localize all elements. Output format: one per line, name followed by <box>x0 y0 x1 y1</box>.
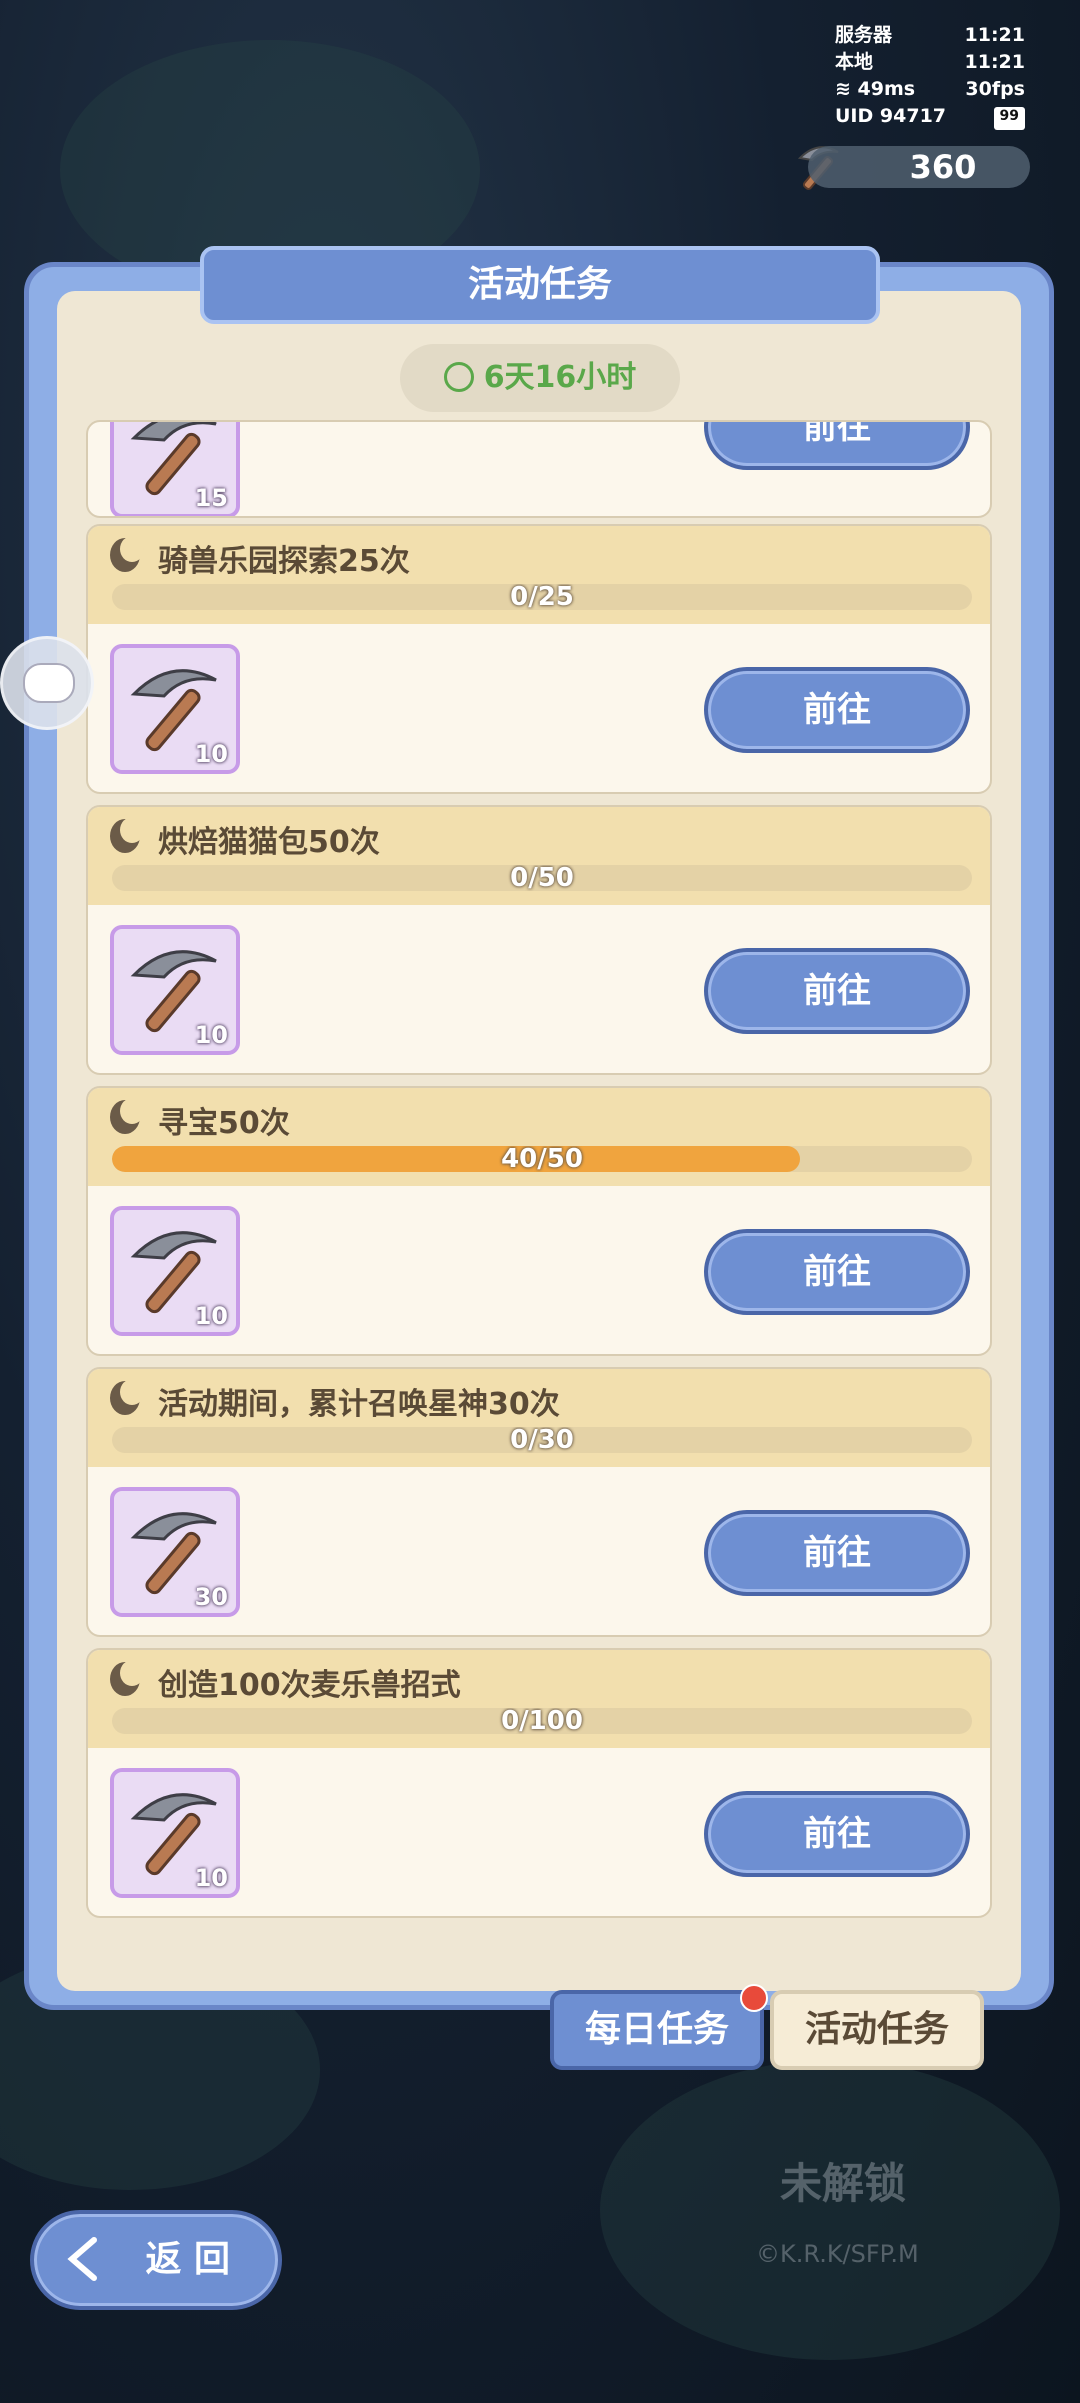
local-time: 11:21 <box>964 51 1025 73</box>
task-title: 骑兽乐园探索25次 <box>158 544 410 579</box>
ping-readout: ≋ 49ms <box>835 76 915 103</box>
task-header: 活动期间，累计召唤星神30次 0/30 <box>88 1369 990 1467</box>
progress-bar: 0/50 <box>112 865 972 891</box>
ping-value: 49ms <box>857 78 916 100</box>
go-button[interactable]: 前往 <box>704 1510 970 1596</box>
notification-dot <box>740 1984 768 2012</box>
progress-text: 0/50 <box>510 865 574 891</box>
task-card-partial: 15 前往 <box>86 420 992 518</box>
battery-indicator: 99 <box>993 107 1025 130</box>
task-card: 寻宝50次 40/50 10 前往 <box>86 1086 992 1356</box>
go-button[interactable]: 前往 <box>704 1791 970 1877</box>
progress-bar: 0/100 <box>112 1708 972 1734</box>
back-button[interactable]: 返 回 <box>30 2210 282 2310</box>
fps-readout: 30fps <box>965 78 1025 100</box>
reward-item: 10 <box>110 1206 240 1336</box>
task-header: 烘焙猫猫包50次 0/50 <box>88 807 990 905</box>
task-header: 创造100次麦乐兽招式 0/100 <box>88 1650 990 1748</box>
timer-text: 6天16小时 <box>483 360 637 395</box>
back-arrow-icon <box>67 2237 97 2281</box>
locked-label: 未解锁 <box>780 2159 907 2208</box>
go-button[interactable]: 前往 <box>704 422 970 470</box>
go-button[interactable]: 前往 <box>704 1229 970 1315</box>
progress-text: 0/30 <box>510 1427 574 1453</box>
moon-icon <box>110 1098 144 1134</box>
task-card: 骑兽乐园探索25次 0/25 10 前往 <box>86 524 992 794</box>
reward-count: 10 <box>194 1021 228 1049</box>
back-button-label: 返 回 <box>145 2239 230 2280</box>
task-title: 烘焙猫猫包50次 <box>158 825 380 860</box>
moon-icon <box>110 536 144 572</box>
chat-button[interactable] <box>0 636 94 730</box>
progress-bar: 0/25 <box>112 584 972 610</box>
progress-text: 0/100 <box>501 1708 583 1734</box>
local-label: 本地 <box>835 51 874 73</box>
task-title: 寻宝50次 <box>158 1106 290 1141</box>
task-list[interactable]: 15 前往 骑兽乐园探索25次 0/25 10 前往 烘焙猫猫包50次 0/50… <box>86 420 994 1920</box>
task-card: 活动期间，累计召唤星神30次 0/30 30 前往 <box>86 1367 992 1637</box>
panel-title: 活动任务 <box>200 246 880 324</box>
chat-icon <box>23 663 75 703</box>
progress-text: 0/25 <box>510 584 574 610</box>
server-time: 11:21 <box>964 24 1025 46</box>
moon-icon <box>110 1660 144 1696</box>
reward-item: 15 <box>110 422 240 516</box>
reward-count: 10 <box>194 740 228 768</box>
tab-daily-tasks[interactable]: 每日任务 <box>550 1990 764 2070</box>
moon-icon <box>110 817 144 853</box>
countdown-timer: 6天16小时 <box>400 344 680 412</box>
go-button[interactable]: 前往 <box>704 948 970 1034</box>
task-header: 骑兽乐园探索25次 0/25 <box>88 526 990 624</box>
task-card: 烘焙猫猫包50次 0/50 10 前往 <box>86 805 992 1075</box>
tab-activity-tasks[interactable]: 活动任务 <box>770 1990 984 2070</box>
reward-item: 30 <box>110 1487 240 1617</box>
uid-label: UID <box>835 105 874 127</box>
uid-readout: UID 94717 <box>835 103 946 130</box>
go-button[interactable]: 前往 <box>704 667 970 753</box>
currency-amount: 360 <box>909 148 977 186</box>
status-overlay: 服务器 11:21 本地 11:21 ≋ 49ms 30fps UID 94717 99 <box>835 22 1025 130</box>
reward-item: 10 <box>110 644 240 774</box>
copyright-text: ©K.R.K/SFP.M <box>756 2240 919 2268</box>
reward-count: 10 <box>194 1864 228 1892</box>
uid-value: 94717 <box>879 105 947 127</box>
progress-bar: 0/30 <box>112 1427 972 1453</box>
moon-icon <box>110 1379 144 1415</box>
task-header: 寻宝50次 40/50 <box>88 1088 990 1186</box>
clock-icon <box>443 362 474 392</box>
reward-count: 15 <box>194 484 228 512</box>
reward-count: 30 <box>194 1583 228 1611</box>
server-label: 服务器 <box>835 24 893 46</box>
currency-counter: 360 <box>808 146 1030 188</box>
task-title: 活动期间，累计召唤星神30次 <box>158 1387 560 1422</box>
progress-bar: 40/50 <box>112 1146 972 1172</box>
reward-item: 10 <box>110 925 240 1055</box>
task-title: 创造100次麦乐兽招式 <box>158 1668 461 1703</box>
progress-text: 40/50 <box>501 1146 583 1172</box>
reward-item: 10 <box>110 1768 240 1898</box>
wifi-icon: ≋ <box>835 78 851 100</box>
task-card: 创造100次麦乐兽招式 0/100 10 前往 <box>86 1648 992 1918</box>
reward-count: 10 <box>194 1302 228 1330</box>
